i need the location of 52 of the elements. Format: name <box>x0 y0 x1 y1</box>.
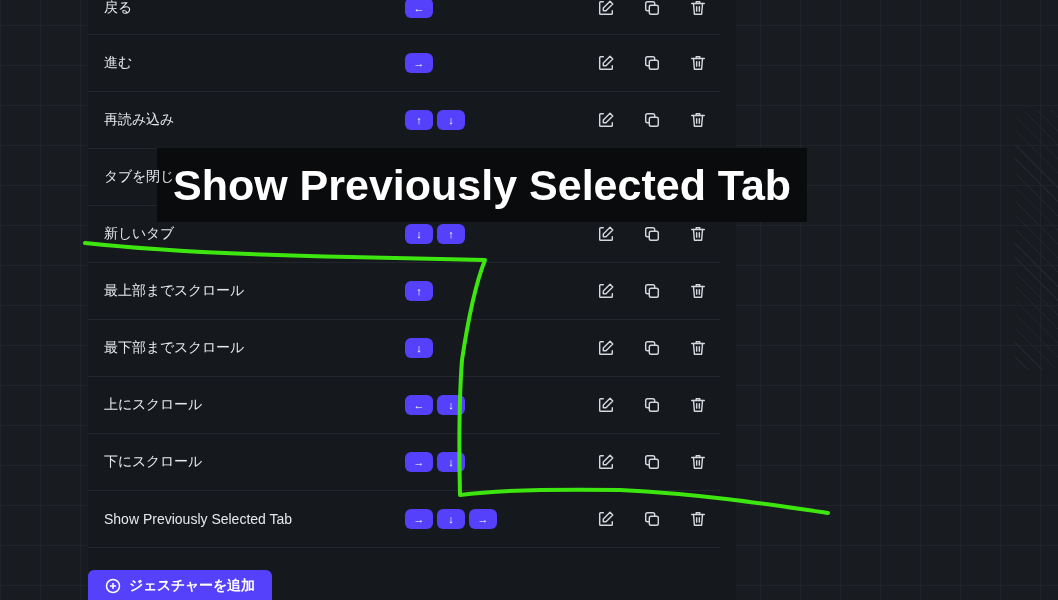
direction-chip: ↓ <box>437 509 465 529</box>
copy-icon[interactable] <box>643 453 661 471</box>
gesture-name: Show Previously Selected Tab <box>104 511 293 527</box>
trash-icon[interactable] <box>689 339 707 357</box>
direction-chip: ↓ <box>405 338 433 358</box>
trash-icon[interactable] <box>689 510 707 528</box>
edit-icon[interactable] <box>597 396 615 414</box>
gesture-name: 戻る <box>104 0 132 17</box>
trash-icon[interactable] <box>689 54 707 72</box>
direction-chip: ← <box>405 395 433 415</box>
edit-icon[interactable] <box>597 510 615 528</box>
edit-icon[interactable] <box>597 0 615 17</box>
direction-chip: ↓ <box>437 110 465 130</box>
direction-chip: ← <box>405 0 433 18</box>
trash-icon[interactable] <box>689 282 707 300</box>
direction-chip: ↓ <box>405 224 433 244</box>
copy-icon[interactable] <box>643 111 661 129</box>
gesture-name: 新しいタブ <box>104 225 174 243</box>
direction-chip: → <box>405 53 433 73</box>
edit-icon[interactable] <box>597 282 615 300</box>
direction-chip: ↑ <box>437 224 465 244</box>
gesture-name: 最下部までスクロール <box>104 339 244 357</box>
gesture-name: タブを閉じ <box>104 168 174 186</box>
copy-icon[interactable] <box>643 225 661 243</box>
plus-circle-icon <box>105 578 121 594</box>
add-gesture-button[interactable]: ジェスチャーを追加 <box>88 570 272 600</box>
edit-icon[interactable] <box>597 54 615 72</box>
copy-icon[interactable] <box>643 396 661 414</box>
copy-icon[interactable] <box>643 339 661 357</box>
copy-icon[interactable] <box>643 510 661 528</box>
trash-icon[interactable] <box>689 396 707 414</box>
gesture-name: 再読み込み <box>104 111 174 129</box>
direction-chip: ↑ <box>405 281 433 301</box>
edit-icon[interactable] <box>597 225 615 243</box>
edit-icon[interactable] <box>597 339 615 357</box>
direction-chip: ↑ <box>405 110 433 130</box>
gesture-name: 進む <box>104 54 132 72</box>
edit-icon[interactable] <box>597 111 615 129</box>
gesture-name: 最上部までスクロール <box>104 282 244 300</box>
trash-icon[interactable] <box>689 453 707 471</box>
gesture-name: 下にスクロール <box>104 453 202 471</box>
gesture-name: 上にスクロール <box>104 396 202 414</box>
direction-chip: → <box>405 509 433 529</box>
direction-chip: → <box>405 452 433 472</box>
copy-icon[interactable] <box>643 282 661 300</box>
trash-icon[interactable] <box>689 111 707 129</box>
copy-icon[interactable] <box>643 0 661 17</box>
copy-icon[interactable] <box>643 54 661 72</box>
trash-icon[interactable] <box>689 225 707 243</box>
direction-chip: → <box>469 509 497 529</box>
trash-icon[interactable] <box>689 0 707 17</box>
edit-icon[interactable] <box>597 453 615 471</box>
